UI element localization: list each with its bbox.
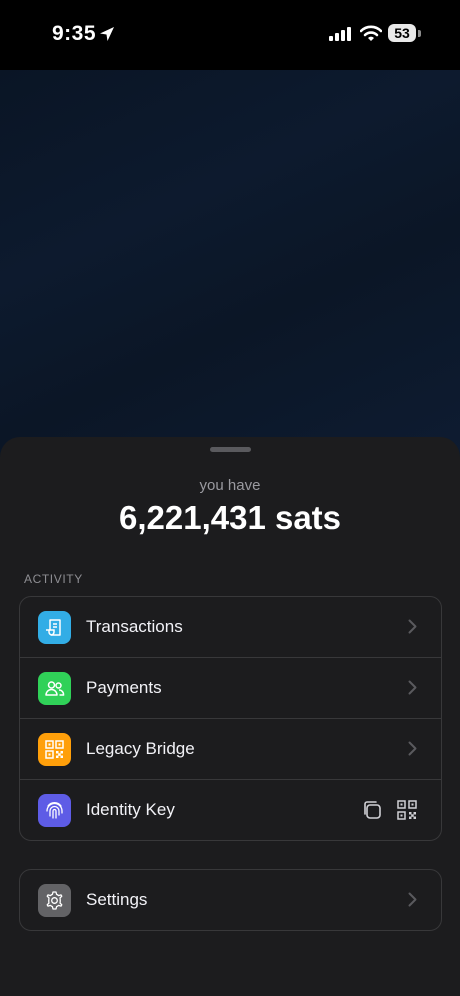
balance-label: you have <box>199 477 261 494</box>
settings-list: Settings <box>19 869 442 931</box>
transactions-label: Transactions <box>86 617 183 636</box>
activity-section-header: ACTIVITY <box>24 572 83 586</box>
wifi-icon <box>360 25 382 41</box>
status-time: 9:35 <box>52 22 97 45</box>
wallet-sheet: you have 6,221,431 sats ACTIVITY Transac… <box>0 437 460 996</box>
legacy-bridge-label: Legacy Bridge <box>86 739 195 758</box>
chevron-right-icon <box>408 741 417 756</box>
settings-row[interactable]: Settings <box>20 870 441 930</box>
background-area <box>0 70 460 470</box>
receipt-icon <box>38 611 71 644</box>
status-bar: 9:35 53 <box>0 0 460 70</box>
qr-code-icon <box>38 733 71 766</box>
identity-key-label: Identity Key <box>86 800 175 819</box>
chevron-right-icon <box>408 892 417 907</box>
fingerprint-icon <box>38 794 71 827</box>
legacy-bridge-row[interactable]: Legacy Bridge <box>20 719 441 780</box>
transactions-row[interactable]: Transactions <box>20 597 441 658</box>
sheet-grabber[interactable] <box>210 447 251 452</box>
qr-code-icon[interactable] <box>397 800 417 820</box>
people-icon <box>38 672 71 705</box>
balance-value: 6,221,431 sats <box>118 499 342 536</box>
copy-icon[interactable] <box>362 800 382 820</box>
payments-row[interactable]: Payments <box>20 658 441 719</box>
battery-level: 53 <box>388 24 416 42</box>
activity-list: Transactions Payments Legacy Bridge Iden… <box>19 596 442 841</box>
battery-icon: 53 <box>388 24 422 44</box>
chevron-right-icon <box>408 619 417 634</box>
cellular-signal-icon <box>329 27 351 41</box>
identity-key-row[interactable]: Identity Key <box>20 780 441 840</box>
app-screen: 9:35 53 you have 6,221,431 sats ACTIVITY <box>0 0 460 996</box>
payments-label: Payments <box>86 678 162 697</box>
gear-icon <box>38 884 71 917</box>
location-arrow-icon <box>100 27 114 41</box>
settings-label: Settings <box>86 890 148 909</box>
chevron-right-icon <box>408 680 417 695</box>
